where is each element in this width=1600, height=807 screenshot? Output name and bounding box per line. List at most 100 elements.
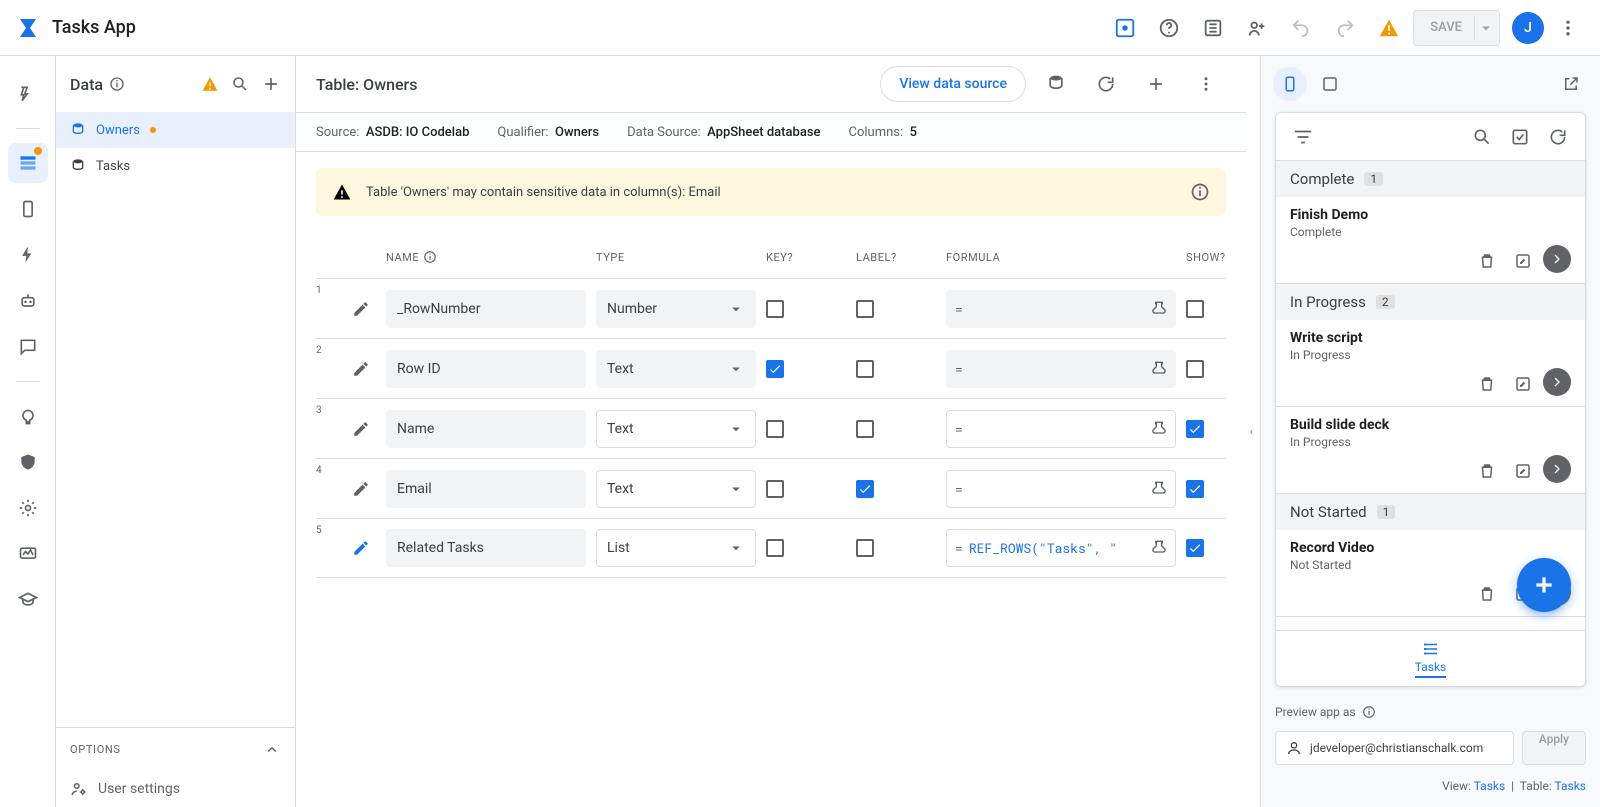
beaker-icon[interactable] <box>1151 481 1167 497</box>
preview-email-input[interactable]: jdeveloper@christianschalk.com <box>1275 731 1514 765</box>
preview-as-info-icon[interactable] <box>1362 705 1376 719</box>
formula-field[interactable]: = <box>946 290 1176 328</box>
group-header[interactable]: Complete1 <box>1276 161 1585 197</box>
footer-table-link[interactable]: Tasks <box>1555 779 1587 793</box>
checkbox[interactable] <box>1186 420 1204 438</box>
rail-mobile-icon[interactable] <box>8 189 48 229</box>
user-settings-row[interactable]: User settings <box>56 771 295 807</box>
edit-column-icon[interactable] <box>346 300 376 318</box>
checkbox[interactable] <box>1186 360 1204 378</box>
sort-icon[interactable] <box>1286 120 1320 154</box>
search-icon[interactable] <box>231 75 249 93</box>
rail-learn-icon[interactable] <box>8 580 48 620</box>
app-search-icon[interactable] <box>1465 120 1499 154</box>
checkbox[interactable] <box>1186 480 1204 498</box>
edit-column-icon[interactable] <box>346 420 376 438</box>
checkbox[interactable] <box>766 420 784 438</box>
checkbox[interactable] <box>856 539 874 557</box>
column-name-field[interactable]: _RowNumber <box>386 290 586 328</box>
fab-add-button[interactable] <box>1517 558 1571 612</box>
versions-icon[interactable] <box>1193 8 1233 48</box>
undo-icon[interactable] <box>1281 8 1321 48</box>
delete-icon[interactable] <box>1471 368 1503 400</box>
info-icon[interactable] <box>109 76 125 92</box>
device-tablet-icon[interactable] <box>1313 67 1347 101</box>
formula-field[interactable]: = <box>946 350 1176 388</box>
edit-icon[interactable] <box>1507 368 1539 400</box>
edit-icon[interactable] <box>1507 245 1539 277</box>
column-type-select[interactable]: Text <box>596 350 756 388</box>
task-item[interactable]: Write scriptIn Progress <box>1276 320 1585 407</box>
select-icon[interactable] <box>1503 120 1537 154</box>
save-button[interactable]: SAVE <box>1413 10 1500 46</box>
checkbox[interactable] <box>856 480 874 498</box>
column-type-select[interactable]: Text <box>596 470 756 508</box>
checkbox[interactable] <box>766 539 784 557</box>
open-icon[interactable] <box>1543 368 1571 396</box>
checkbox[interactable] <box>856 420 874 438</box>
task-item[interactable]: Build slide deckIn Progress <box>1276 407 1585 494</box>
share-icon[interactable] <box>1237 8 1277 48</box>
checkbox[interactable] <box>1186 300 1204 318</box>
edit-column-icon[interactable] <box>346 480 376 498</box>
beaker-icon[interactable] <box>1151 301 1167 317</box>
checkbox[interactable] <box>766 480 784 498</box>
add-column-icon[interactable] <box>1136 64 1176 104</box>
help-icon[interactable] <box>1149 8 1189 48</box>
delete-icon[interactable] <box>1471 245 1503 277</box>
warning-icon[interactable] <box>1369 8 1409 48</box>
formula-field[interactable]: = <box>946 470 1176 508</box>
panel-warning-icon[interactable] <box>201 75 219 93</box>
table-settings-icon[interactable] <box>1036 64 1076 104</box>
save-dropdown-icon[interactable] <box>1477 19 1495 37</box>
rail-monitor-icon[interactable] <box>8 534 48 574</box>
table-list-item[interactable]: Tasks <box>56 148 295 184</box>
formula-field[interactable]: =REF_ROWS("Tasks", " <box>946 529 1176 567</box>
delete-icon[interactable] <box>1471 455 1503 487</box>
redo-icon[interactable] <box>1325 8 1365 48</box>
add-icon[interactable] <box>261 74 281 94</box>
edit-column-icon[interactable] <box>346 539 376 557</box>
column-name-field[interactable]: Row ID <box>386 350 586 388</box>
delete-icon[interactable] <box>1471 578 1503 610</box>
rail-bot-icon[interactable] <box>8 281 48 321</box>
group-header[interactable]: Not Started1 <box>1276 494 1585 530</box>
edit-column-icon[interactable] <box>346 360 376 378</box>
beaker-icon[interactable] <box>1151 540 1167 556</box>
beaker-icon[interactable] <box>1151 421 1167 437</box>
open-icon[interactable] <box>1543 245 1571 273</box>
checkbox[interactable] <box>856 360 874 378</box>
banner-info-icon[interactable] <box>1190 182 1210 202</box>
more-icon[interactable] <box>1548 8 1588 48</box>
column-name-field[interactable]: Related Tasks <box>386 529 586 567</box>
checkbox[interactable] <box>766 360 784 378</box>
footer-view-link[interactable]: Tasks <box>1474 779 1506 793</box>
rail-settings-icon[interactable] <box>8 488 48 528</box>
rail-data-icon[interactable] <box>8 143 48 183</box>
apply-button[interactable]: Apply <box>1522 731 1586 765</box>
table-list-item[interactable]: Owners <box>56 112 295 148</box>
table-more-icon[interactable] <box>1186 64 1226 104</box>
checkbox[interactable] <box>856 300 874 318</box>
column-type-select[interactable]: List <box>596 529 756 567</box>
bottom-tab-tasks[interactable]: Tasks <box>1415 640 1447 678</box>
column-name-field[interactable]: Name <box>386 410 586 448</box>
edit-icon[interactable] <box>1507 455 1539 487</box>
device-mobile-icon[interactable] <box>1273 67 1307 101</box>
open-external-icon[interactable] <box>1554 67 1588 101</box>
rail-intelligence-icon[interactable] <box>8 396 48 436</box>
formula-field[interactable]: = <box>946 410 1176 448</box>
ai-toolbox-icon[interactable] <box>1105 8 1145 48</box>
column-name-field[interactable]: Email <box>386 470 586 508</box>
beaker-icon[interactable] <box>1151 361 1167 377</box>
task-item[interactable]: Finish DemoComplete <box>1276 197 1585 284</box>
rail-chat-icon[interactable] <box>8 327 48 367</box>
rail-home-icon[interactable] <box>8 74 48 114</box>
checkbox[interactable] <box>1186 539 1204 557</box>
view-data-source-button[interactable]: View data source <box>880 66 1026 102</box>
column-type-select[interactable]: Number <box>596 290 756 328</box>
resize-handle[interactable] <box>1246 56 1260 807</box>
open-icon[interactable] <box>1543 455 1571 483</box>
checkbox[interactable] <box>766 300 784 318</box>
sync-icon[interactable] <box>1541 120 1575 154</box>
